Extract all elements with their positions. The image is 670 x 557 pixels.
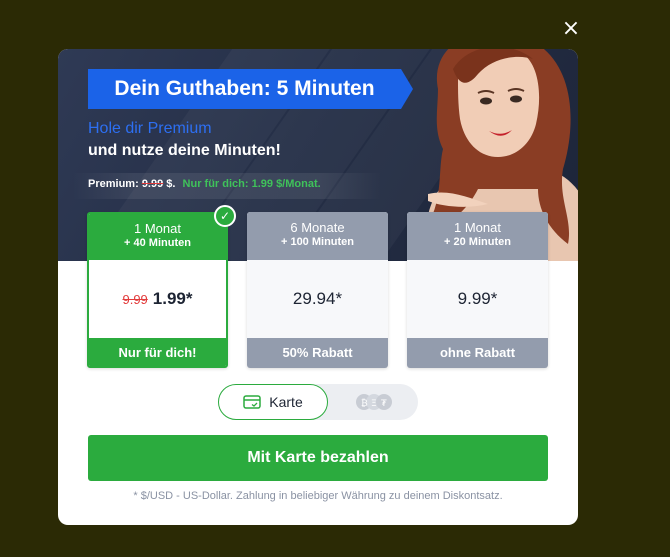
promo-prefix: Premium:: [88, 178, 139, 190]
plan-footer: ohne Rabatt: [407, 338, 548, 368]
promo-currency: $.: [166, 178, 176, 190]
plan-footer: Nur für dich!: [89, 338, 226, 366]
plan-card-1-month-no-discount[interactable]: 1 Monat + 20 Minuten 9.99* ohne Rabatt: [407, 212, 548, 368]
svg-text:Ξ: Ξ: [371, 399, 377, 409]
payment-card-label: Karte: [269, 394, 303, 410]
plan-header: 1 Monat + 40 Minuten: [89, 214, 226, 260]
plan-card-1-month-selected[interactable]: 1 Monat + 40 Minuten 9.99 1.99* Nur für …: [87, 212, 228, 368]
promo-headline: Hole dir Premium: [88, 120, 212, 137]
plan-price: 9.99*: [457, 289, 498, 308]
crypto-coins-icon[interactable]: ₿ Ξ ₮: [354, 392, 394, 412]
credit-card-icon: [243, 395, 262, 409]
promo-price-line: Premium: 9.99 $. Nur für dich: 1.99 $/Mo…: [88, 178, 321, 190]
plan-price: 29.94*: [292, 289, 343, 308]
balance-banner: Dein Guthaben: 5 Minuten: [88, 69, 413, 109]
plan-duration: 6 Monate: [290, 220, 345, 235]
plan-bonus: + 20 Minuten: [444, 236, 511, 248]
pay-with-card-button[interactable]: Mit Karte bezahlen: [88, 435, 548, 481]
plan-footer: 50% Rabatt: [247, 338, 388, 368]
plan-header: 6 Monate + 100 Minuten: [247, 212, 388, 260]
promo-old-price: 9.99: [141, 178, 164, 190]
svg-text:₿: ₿: [361, 398, 368, 409]
plan-options: 1 Monat + 40 Minuten 9.99 1.99* Nur für …: [87, 212, 549, 370]
plan-duration: 1 Monat: [454, 220, 501, 235]
plan-duration: 1 Monat: [134, 221, 181, 236]
plan-bonus: + 40 Minuten: [124, 237, 191, 249]
plan-card-6-months[interactable]: 6 Monate + 100 Minuten 29.94* 50% Rabatt: [247, 212, 388, 368]
plan-header: 1 Monat + 20 Minuten: [407, 212, 548, 260]
currency-footnote: * $/USD - US-Dollar. Zahlung in beliebig…: [133, 490, 503, 502]
svg-text:₮: ₮: [381, 399, 387, 409]
payment-method-toggle: Karte ₿ Ξ ₮: [218, 384, 418, 420]
plan-new-price: 1.99*: [152, 289, 193, 308]
promo-offer: Nur für dich: 1.99 $/Monat.: [182, 178, 321, 190]
premium-modal: Dein Guthaben: 5 Minuten Hole dir Premiu…: [58, 49, 578, 525]
close-button[interactable]: ×: [561, 18, 581, 40]
selected-check-icon: ✓: [214, 205, 236, 227]
plan-price: 9.99 1.99*: [89, 260, 226, 338]
plan-old-price: 9.99: [122, 291, 148, 307]
payment-card-option[interactable]: Karte: [218, 384, 328, 420]
promo-subheadline: und nutze deine Minuten!: [88, 142, 281, 159]
balance-title: Dein Guthaben: 5 Minuten: [114, 77, 375, 100]
plan-bonus: + 100 Minuten: [280, 236, 355, 248]
